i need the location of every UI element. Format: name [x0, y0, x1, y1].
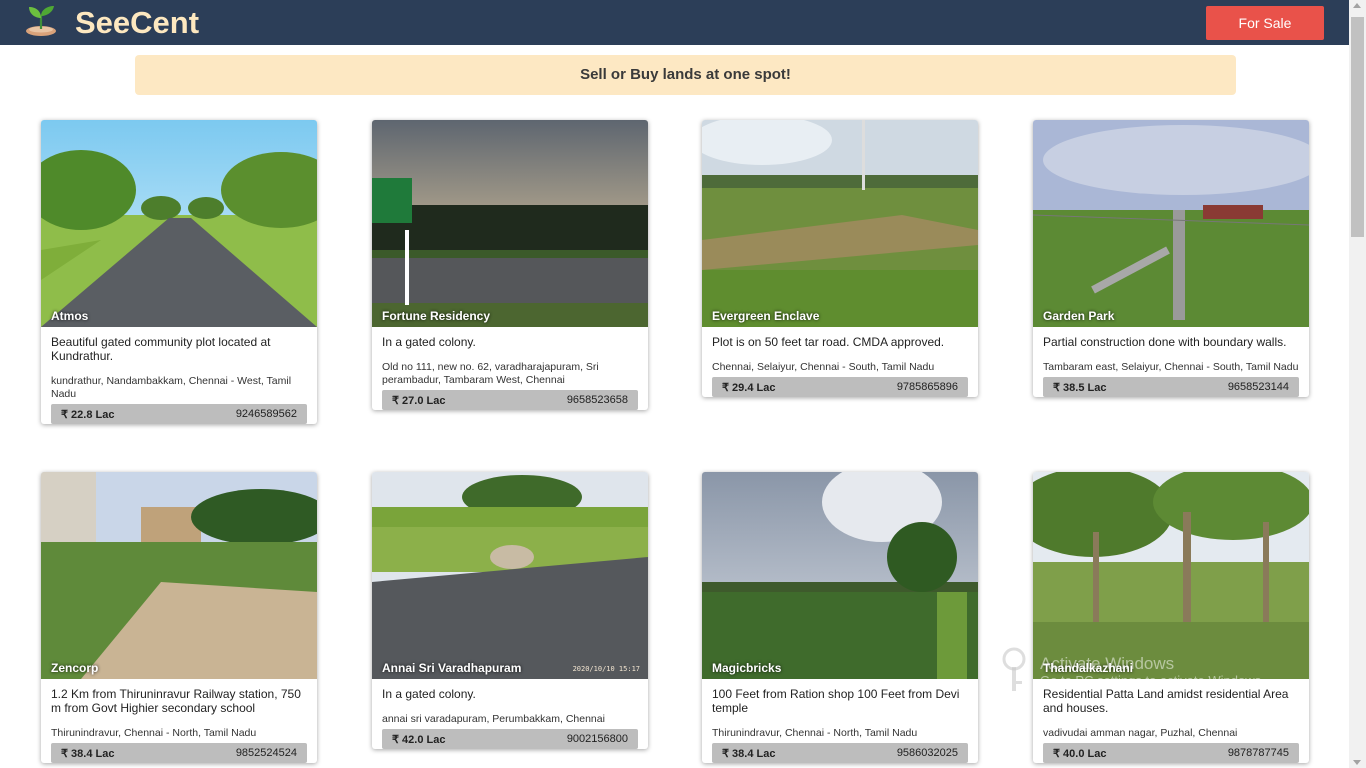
- listing-card[interactable]: Zencorp 1.2 Km from Thiruninravur Railwa…: [41, 472, 317, 763]
- vertical-scrollbar[interactable]: [1349, 0, 1366, 768]
- listing-photo: Atmos: [41, 120, 317, 327]
- scrollbar-thumb[interactable]: [1351, 17, 1364, 237]
- listing-title: Garden Park: [1043, 309, 1115, 323]
- listing-photo: Magicbricks: [702, 472, 978, 679]
- listing-description: 1.2 Km from Thiruninravur Railway statio…: [51, 687, 301, 715]
- watermark-subtitle: Go to PC settings to activate Windows.: [1040, 673, 1265, 688]
- listing-title: Fortune Residency: [382, 309, 491, 323]
- listing-price: ₹ 22.8 Lac: [61, 408, 115, 421]
- listing-phone: 9785865896: [896, 381, 958, 393]
- tagline-banner: Sell or Buy lands at one spot!: [135, 55, 1236, 95]
- price-bar: ₹ 29.4 Lac 9785865896: [712, 377, 968, 397]
- listing-phone: 9586032025: [896, 747, 958, 759]
- listing-photo: Evergreen Enclave: [702, 120, 978, 327]
- listing-price: ₹ 27.0 Lac: [392, 394, 446, 407]
- listing-location: vadivudai amman nagar, Puzhal, Chennai: [1043, 727, 1238, 739]
- listing-photo: Thandalkazhani: [1033, 472, 1309, 679]
- listing-photo: Zencorp: [41, 472, 317, 679]
- listing-location: Old no 111, new no. 62, varadharajapuram…: [382, 361, 599, 386]
- listing-photo: Annai Sri Varadhapuram 2020/10/10 15:17: [372, 472, 648, 679]
- listing-phone: 9002156800: [566, 733, 628, 745]
- listing-location: Thirunindravur, Chennai - North, Tamil N…: [51, 727, 257, 739]
- listing-card[interactable]: Thandalkazhani Residential Patta Land am…: [1033, 472, 1309, 763]
- listing-card[interactable]: Garden Park Partial construction done wi…: [1033, 120, 1309, 397]
- listing-photo: Fortune Residency: [372, 120, 648, 327]
- listing-phone: 9658523144: [1227, 381, 1289, 393]
- listing-location: Tambaram east, Selaiyur, Chennai - South…: [1043, 361, 1299, 373]
- price-bar: ₹ 42.0 Lac 9002156800: [382, 729, 638, 749]
- listing-location: Chennai, Selaiyur, Chennai - South, Tami…: [712, 361, 935, 373]
- price-bar: ₹ 22.8 Lac 9246589562: [51, 404, 307, 424]
- listing-description: Plot is on 50 feet tar road. CMDA approv…: [712, 335, 945, 349]
- price-bar: ₹ 38.4 Lac 9586032025: [712, 743, 968, 763]
- listing-title: Evergreen Enclave: [712, 309, 820, 323]
- price-bar: ₹ 38.5 Lac 9658523144: [1043, 377, 1299, 397]
- price-bar: ₹ 27.0 Lac 9658523658: [382, 390, 638, 410]
- listing-card[interactable]: Annai Sri Varadhapuram 2020/10/10 15:17 …: [372, 472, 648, 749]
- listing-price: ₹ 42.0 Lac: [392, 733, 446, 746]
- scroll-up-arrow-icon[interactable]: [1353, 3, 1361, 8]
- listing-card[interactable]: Fortune Residency In a gated colony. Old…: [372, 120, 648, 410]
- listing-phone: 9246589562: [235, 408, 297, 420]
- listing-card[interactable]: Evergreen Enclave Plot is on 50 feet tar…: [702, 120, 978, 397]
- price-bar: ₹ 38.4 Lac 9852524524: [51, 743, 307, 763]
- windows-activation-watermark: Activate Windows Go to PC settings to ac…: [1040, 655, 1265, 689]
- listing-description: Beautiful gated community plot located a…: [51, 335, 271, 363]
- listing-location: Thirunindravur, Chennai - North, Tamil N…: [712, 727, 918, 739]
- listing-price: ₹ 38.4 Lac: [722, 747, 776, 760]
- listing-phone: 9658523658: [566, 394, 628, 406]
- listing-price: ₹ 29.4 Lac: [722, 381, 776, 394]
- listing-card[interactable]: Atmos Beautiful gated community plot loc…: [41, 120, 317, 424]
- photo-timestamp: 2020/10/10 15:17: [572, 665, 640, 673]
- scroll-down-arrow-icon[interactable]: [1353, 760, 1361, 765]
- listing-price: ₹ 38.5 Lac: [1053, 381, 1107, 394]
- listing-price: ₹ 38.4 Lac: [61, 747, 115, 760]
- listing-title: Annai Sri Varadhapuram: [382, 661, 522, 675]
- listing-phone: 9878787745: [1227, 747, 1289, 759]
- listing-description: 100 Feet from Ration shop 100 Feet from …: [712, 687, 960, 715]
- listing-price: ₹ 40.0 Lac: [1053, 747, 1107, 760]
- watermark-title: Activate Windows: [1040, 654, 1175, 673]
- key-icon: [1002, 647, 1026, 691]
- listing-title: Atmos: [51, 309, 89, 323]
- listing-card[interactable]: Magicbricks 100 Feet from Ration shop 10…: [702, 472, 978, 763]
- listing-title: Magicbricks: [712, 661, 782, 675]
- listing-location: kundrathur, Nandambakkam, Chennai - West…: [51, 375, 292, 400]
- listing-photo: Garden Park: [1033, 120, 1309, 327]
- listing-phone: 9852524524: [235, 747, 297, 759]
- listing-title: Zencorp: [51, 661, 99, 675]
- listing-description: Partial construction done with boundary …: [1043, 335, 1287, 349]
- listing-description: In a gated colony.: [382, 335, 476, 349]
- listing-description: In a gated colony.: [382, 687, 476, 701]
- for-sale-button[interactable]: For Sale: [1206, 6, 1324, 40]
- seedling-logo-icon[interactable]: [24, 3, 58, 37]
- listing-location: annai sri varadapuram, Perumbakkam, Chen…: [382, 713, 605, 725]
- brand-title[interactable]: SeeCent: [75, 4, 199, 42]
- price-bar: ₹ 40.0 Lac 9878787745: [1043, 743, 1299, 763]
- listing-description: Residential Patta Land amidst residentia…: [1043, 687, 1289, 715]
- navbar: SeeCent For Sale: [0, 0, 1366, 45]
